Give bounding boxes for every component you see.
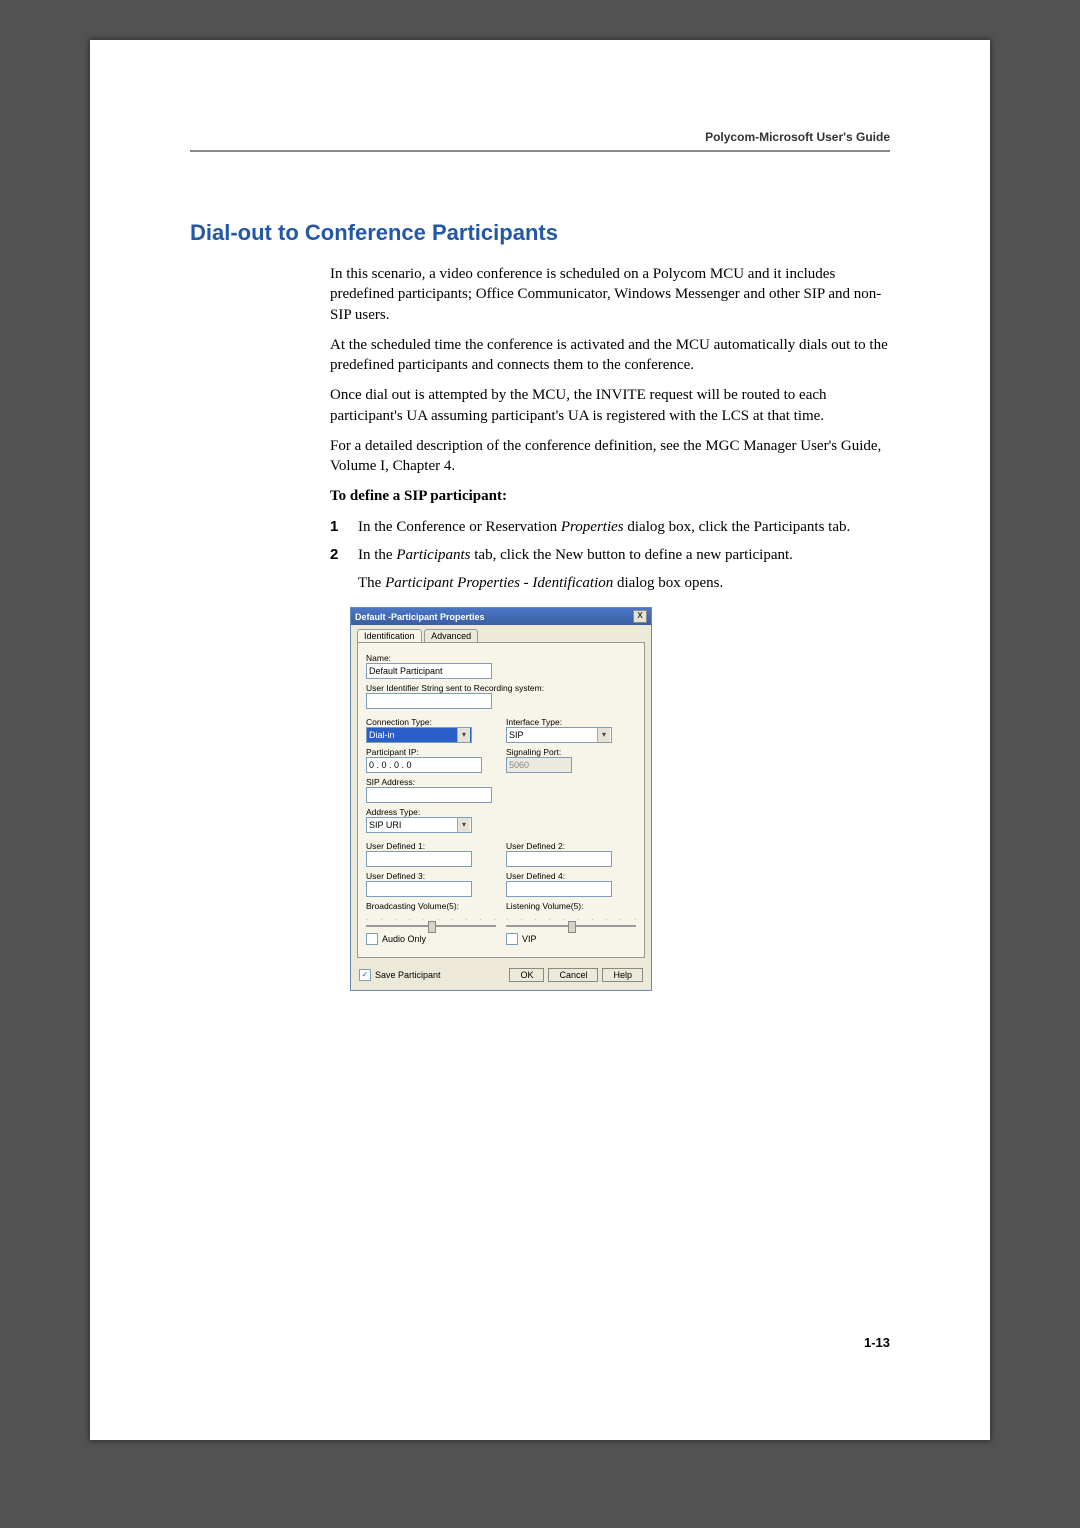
step-text: In the Conference or Reservation Propert… — [358, 517, 890, 537]
text-italic: Participant Properties - Identification — [385, 575, 613, 591]
text: In the — [358, 547, 396, 563]
paragraph: For a detailed description of the confer… — [330, 436, 890, 477]
user-defined-2-field[interactable] — [506, 851, 612, 867]
step-result: The Participant Properties - Identificat… — [358, 573, 890, 593]
text: dialog box opens. — [613, 575, 723, 591]
step-2: 2 In the Participants tab, click the New… — [330, 545, 890, 565]
vip-checkbox[interactable] — [506, 933, 518, 945]
ok-button[interactable]: OK — [509, 968, 544, 982]
paragraph: Once dial out is attempted by the MCU, t… — [330, 385, 890, 426]
label-audio-only: Audio Only — [382, 934, 426, 944]
user-defined-1-field[interactable] — [366, 851, 472, 867]
paragraph: In this scenario, a video conference is … — [330, 264, 890, 325]
close-icon[interactable]: X — [633, 610, 647, 623]
dialog-title: Default -Participant Properties — [355, 612, 485, 622]
ordered-steps: 1 In the Conference or Reservation Prope… — [330, 517, 890, 594]
signaling-port-field: 5060 — [506, 757, 572, 773]
label-ud2: User Defined 2: — [506, 841, 636, 851]
header-rule — [190, 150, 890, 152]
participant-properties-dialog: Default -Participant Properties X Identi… — [350, 607, 652, 991]
dialog-tabs: Identification Advanced — [351, 625, 651, 642]
section-heading: Dial-out to Conference Participants — [190, 220, 890, 246]
label-connection-type: Connection Type: — [366, 717, 496, 727]
text-bold: New — [555, 547, 583, 563]
text-italic: Participants — [396, 547, 470, 563]
connection-type-select[interactable]: Dial-in — [366, 727, 472, 743]
dialog-body: Name: Default Participant User Identifie… — [357, 642, 645, 958]
body-text: In this scenario, a video conference is … — [330, 264, 890, 507]
step-number: 2 — [330, 545, 358, 565]
listening-volume-slider[interactable]: ·········· — [506, 911, 636, 927]
help-button[interactable]: Help — [602, 968, 643, 982]
dialog-footer: ✓ Save Participant OK Cancel Help — [351, 964, 651, 990]
tab-identification[interactable]: Identification — [357, 629, 422, 642]
text: The — [358, 575, 385, 591]
tab-advanced[interactable]: Advanced — [424, 629, 478, 642]
sip-address-field[interactable] — [366, 787, 492, 803]
text: button to define a new participant. — [583, 547, 793, 563]
label-save-participant: Save Participant — [375, 970, 441, 980]
step-1: 1 In the Conference or Reservation Prope… — [330, 517, 890, 537]
step-text: In the Participants tab, click the New b… — [358, 545, 890, 565]
label-signaling-port: Signaling Port: — [506, 747, 636, 757]
address-type-select[interactable]: SIP URI — [366, 817, 472, 833]
label-ud4: User Defined 4: — [506, 871, 636, 881]
text-italic: Properties — [561, 519, 624, 535]
text: In the Conference or Reservation — [358, 519, 561, 535]
user-defined-4-field[interactable] — [506, 881, 612, 897]
dialog-titlebar: Default -Participant Properties X — [351, 608, 651, 625]
label-listening-volume: Listening Volume(5): — [506, 901, 636, 911]
label-address-type: Address Type: — [366, 807, 496, 817]
cancel-button[interactable]: Cancel — [548, 968, 598, 982]
participant-ip-field[interactable]: 0 . 0 . 0 . 0 — [366, 757, 482, 773]
label-user-identifier: User Identifier String sent to Recording… — [366, 683, 636, 693]
label-interface-type: Interface Type: — [506, 717, 636, 727]
label-broadcast-volume: Broadcasting Volume(5): — [366, 901, 496, 911]
broadcast-volume-slider[interactable]: ·········· — [366, 911, 496, 927]
save-participant-checkbox[interactable]: ✓ — [359, 969, 371, 981]
label-ud3: User Defined 3: — [366, 871, 496, 881]
page: Polycom-Microsoft User's Guide Dial-out … — [90, 40, 990, 1440]
running-header: Polycom-Microsoft User's Guide — [705, 130, 890, 144]
label-vip: VIP — [522, 934, 537, 944]
label-participant-ip: Participant IP: — [366, 747, 496, 757]
label-ud1: User Defined 1: — [366, 841, 496, 851]
name-field[interactable]: Default Participant — [366, 663, 492, 679]
step-number: 1 — [330, 517, 358, 537]
label-sip-address: SIP Address: — [366, 777, 496, 787]
page-number: 1-13 — [864, 1335, 890, 1350]
user-identifier-field[interactable] — [366, 693, 492, 709]
text-bold: Participants — [754, 519, 825, 535]
procedure-lead: To define a SIP participant: — [330, 486, 890, 506]
interface-type-select[interactable]: SIP — [506, 727, 612, 743]
text: dialog box, click the — [624, 519, 754, 535]
user-defined-3-field[interactable] — [366, 881, 472, 897]
text: tab. — [824, 519, 850, 535]
audio-only-checkbox[interactable] — [366, 933, 378, 945]
label-name: Name: — [366, 653, 636, 663]
text: tab, click the — [471, 547, 556, 563]
paragraph: At the scheduled time the conference is … — [330, 335, 890, 376]
